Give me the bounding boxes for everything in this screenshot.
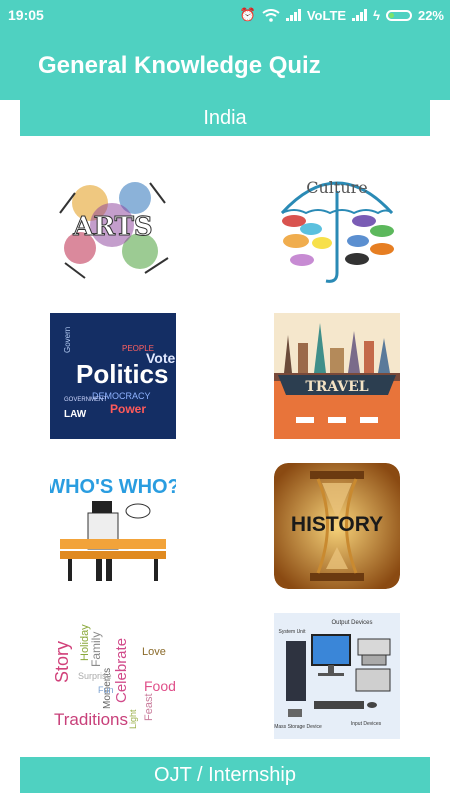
traditions-tile[interactable]: Story Holiday Family Celebrate Food Trad… bbox=[50, 613, 176, 739]
traditions-word-fun: Fun bbox=[98, 685, 114, 695]
culture-tile[interactable]: Culture bbox=[274, 163, 400, 289]
traditions-word-family: Family bbox=[89, 632, 103, 667]
whos-who-image: WHO'S WHO? bbox=[50, 463, 176, 589]
computer-image: Output Devices System Unit Mass Storage … bbox=[274, 613, 400, 739]
signal-icon-2 bbox=[352, 9, 368, 21]
wifi-icon bbox=[262, 8, 280, 22]
charging-icon: ϟ bbox=[373, 7, 380, 23]
politics-tile[interactable]: Govern Vote LAW DEMOCRACY Power GOVERNME… bbox=[50, 313, 176, 439]
politics-word-law: LAW bbox=[64, 409, 87, 420]
app-bar: General Knowledge Quiz bbox=[0, 30, 450, 100]
whos-who-label: WHO'S WHO? bbox=[50, 476, 176, 498]
traditions-word-feast: Feast bbox=[143, 693, 155, 721]
computer-label-output: Output Devices bbox=[331, 620, 372, 626]
traditions-word-story: Story bbox=[52, 641, 72, 683]
arts-image: ARTS bbox=[50, 163, 176, 289]
culture-image: Culture bbox=[274, 163, 400, 289]
app-title: General Knowledge Quiz bbox=[38, 52, 321, 79]
travel-label: TRAVEL bbox=[305, 379, 368, 395]
history-tile[interactable]: HISTORY bbox=[274, 463, 400, 589]
section-header-india[interactable]: India bbox=[20, 100, 430, 136]
travel-tile[interactable]: TRAVEL bbox=[274, 313, 400, 439]
computer-label-system-unit: System Unit bbox=[279, 629, 307, 635]
status-time: 19:05 bbox=[8, 7, 44, 23]
section-header-ojt-internship[interactable]: OJT / Internship bbox=[20, 757, 430, 793]
history-image: HISTORY bbox=[274, 463, 400, 589]
computer-label-input: Input Devices bbox=[351, 721, 382, 727]
politics-word-people: PEOPLE bbox=[122, 344, 154, 353]
alarm-icon: ⏰ bbox=[239, 7, 256, 22]
traditions-word-light: Light bbox=[128, 709, 138, 729]
politics-word-govern: Govern bbox=[63, 327, 72, 353]
computer-tile[interactable]: Output Devices System Unit Mass Storage … bbox=[274, 613, 400, 739]
battery-label: 22% bbox=[417, 7, 444, 23]
traditions-image: Story Holiday Family Celebrate Food Trad… bbox=[50, 613, 176, 739]
politics-image: Govern Vote LAW DEMOCRACY Power GOVERNME… bbox=[50, 313, 176, 439]
traditions-word-love: Love bbox=[142, 646, 166, 658]
history-label: HISTORY bbox=[291, 513, 383, 536]
signal-icon bbox=[285, 9, 301, 21]
computer-label-storage: Mass Storage Device bbox=[274, 724, 322, 730]
arts-tile[interactable]: ARTS bbox=[50, 163, 176, 289]
traditions-word-surprise: Surprise bbox=[78, 671, 112, 681]
status-bar: 19:05 ⏰ VoLTE ϟ 22% bbox=[0, 0, 450, 30]
battery-icon bbox=[385, 9, 412, 21]
traditions-word-food: Food bbox=[144, 678, 176, 694]
politics-label: Politics bbox=[76, 359, 168, 389]
arts-label: ARTS bbox=[72, 212, 152, 242]
travel-image: TRAVEL bbox=[274, 313, 400, 439]
network-label: VoLTE bbox=[306, 7, 347, 23]
status-icons: ⏰ VoLTE ϟ 22% bbox=[240, 7, 444, 23]
culture-label: Culture bbox=[306, 178, 368, 197]
whos-who-tile[interactable]: WHO'S WHO? bbox=[50, 463, 176, 589]
politics-word-government: GOVERNMENT bbox=[64, 397, 107, 403]
traditions-word-celebrate: Celebrate bbox=[113, 638, 130, 703]
politics-word-power: Power bbox=[110, 402, 146, 416]
traditions-word-traditions: Traditions bbox=[54, 710, 128, 729]
